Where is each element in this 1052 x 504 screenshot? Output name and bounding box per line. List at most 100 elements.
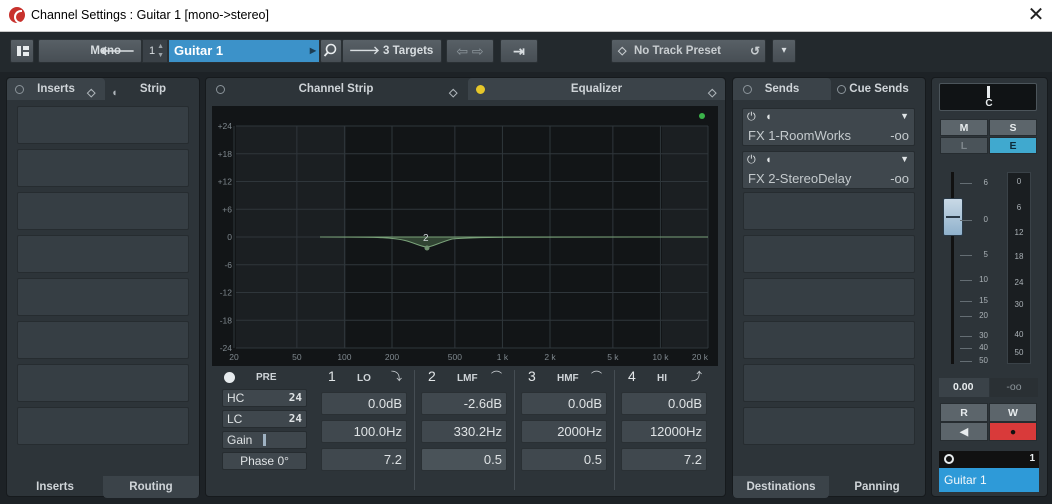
prev-next-channel-buttons[interactable]: ⇦ ⇨ xyxy=(446,39,494,63)
insert-slot[interactable] xyxy=(17,278,189,316)
band-1-q-field[interactable]: 7.2 xyxy=(321,448,407,471)
insert-slot[interactable] xyxy=(17,407,189,445)
band-4-gain-field[interactable]: 0.0dB xyxy=(621,392,707,415)
send-slot-1[interactable]: ⏻ ◖ ▼ FX 1-RoomWorks -oo xyxy=(742,108,915,146)
band-2-q-field[interactable]: 0.5 xyxy=(421,448,507,471)
mute-button[interactable]: M xyxy=(940,119,988,136)
dropdown-icon[interactable]: ▼ xyxy=(900,111,909,121)
band-2-gain-field[interactable]: -2.6dB xyxy=(421,392,507,415)
band-3-gain-field[interactable]: 0.0dB xyxy=(521,392,607,415)
radio-icon[interactable] xyxy=(216,85,225,94)
monitor-button[interactable]: ◀ xyxy=(940,422,988,441)
edit-button[interactable]: E xyxy=(989,137,1037,154)
tab-cue-sends[interactable]: Cue Sends xyxy=(831,78,927,100)
band-1-number[interactable]: 1 xyxy=(328,368,336,384)
high-cut-filter[interactable]: HC 24 xyxy=(222,389,307,407)
read-automation-button[interactable]: R xyxy=(940,403,988,422)
spinner-icon[interactable]: ▲ ▼ xyxy=(157,42,164,60)
band-4-filter-shape-icon[interactable]: ⤴ xyxy=(691,368,702,384)
dropdown-icon[interactable]: ▼ xyxy=(900,154,909,164)
insert-slot[interactable] xyxy=(17,321,189,359)
peak-value[interactable]: -oo xyxy=(990,378,1038,397)
power-icon[interactable]: ⏻ xyxy=(747,154,756,167)
insert-slot[interactable] xyxy=(17,192,189,230)
send-slot[interactable] xyxy=(743,407,915,445)
pan-control[interactable]: C xyxy=(939,83,1037,111)
fader-scale-tick xyxy=(960,255,972,256)
channel-number-field[interactable]: 1 ▲ ▼ xyxy=(142,39,168,63)
band-1-filter-shape-icon[interactable]: ⤵ xyxy=(391,368,402,384)
bottom-tab-panning[interactable]: Panning xyxy=(829,476,925,498)
band-3-q-field[interactable]: 0.5 xyxy=(521,448,607,471)
eq-band-2-node[interactable] xyxy=(424,245,430,251)
track-name-selector[interactable]: Guitar 1 ▶ xyxy=(168,39,320,63)
tab-strip[interactable]: ◖ Strip xyxy=(105,78,201,100)
tab-sends[interactable]: Sends xyxy=(733,78,831,100)
radio-icon[interactable] xyxy=(837,85,846,94)
send-name: FX 2-StereoDelay xyxy=(748,171,852,186)
record-enable-button[interactable]: ● xyxy=(989,422,1037,441)
band-4-number[interactable]: 4 xyxy=(628,368,636,384)
low-cut-filter[interactable]: LC 24 xyxy=(222,410,307,428)
pre-post-icon[interactable]: ◖ xyxy=(765,154,772,166)
preset-diamond-icon[interactable]: ◇ xyxy=(87,82,95,104)
listen-button[interactable]: L xyxy=(940,137,988,154)
write-automation-button[interactable]: W xyxy=(989,403,1037,422)
phase-button[interactable]: Phase 0° xyxy=(222,452,307,470)
preset-diamond-icon[interactable]: ◇ xyxy=(449,82,457,104)
preset-menu-button[interactable]: ▾ xyxy=(772,39,796,63)
bottom-tab-inserts[interactable]: Inserts xyxy=(7,476,103,498)
send-slot[interactable] xyxy=(743,321,915,359)
channel-name[interactable]: Guitar 1 xyxy=(939,468,1039,492)
band-3-number[interactable]: 3 xyxy=(528,368,536,384)
radio-icon[interactable] xyxy=(743,85,752,94)
pre-post-icon[interactable]: ◖ xyxy=(765,111,772,123)
mono-stereo-toggle[interactable]: Mono 🡐 xyxy=(38,39,142,63)
bottom-tab-routing[interactable]: Routing xyxy=(103,476,199,498)
band-3-filter-shape-icon[interactable]: ⌒ xyxy=(591,368,602,384)
close-window-button[interactable]: ✕ xyxy=(1026,4,1046,26)
volume-fader-handle[interactable] xyxy=(943,198,963,236)
send-level[interactable]: -oo xyxy=(890,128,909,143)
send-slot[interactable] xyxy=(743,364,915,402)
radio-icon[interactable] xyxy=(15,85,24,94)
band-3-freq-field[interactable]: 2000Hz xyxy=(521,420,607,443)
targets-button[interactable]: 🡒 3 Targets xyxy=(342,39,442,63)
insert-slot[interactable] xyxy=(17,106,189,144)
band-4-freq-field[interactable]: 12000Hz xyxy=(621,420,707,443)
gain-slider[interactable]: Gain xyxy=(222,431,307,449)
send-level[interactable]: -oo xyxy=(890,171,909,186)
radio-icon[interactable] xyxy=(476,85,485,94)
send-slot[interactable] xyxy=(743,278,915,316)
search-button[interactable] xyxy=(320,39,342,63)
insert-slot[interactable] xyxy=(17,149,189,187)
gain-slider-handle-icon[interactable] xyxy=(263,434,266,446)
band-2-filter-shape-icon[interactable]: ⌒ xyxy=(491,368,502,384)
channel-power-icon[interactable] xyxy=(944,454,954,464)
band-4-q-field[interactable]: 7.2 xyxy=(621,448,707,471)
insert-slot[interactable] xyxy=(17,364,189,402)
tab-equalizer[interactable]: Equalizer ◇ xyxy=(468,78,725,100)
tab-channel-strip[interactable]: Channel Strip ◇ xyxy=(206,78,466,100)
routing-icon[interactable]: ⇥ xyxy=(500,39,538,63)
pan-value: C xyxy=(985,98,993,109)
send-slot[interactable] xyxy=(743,192,915,230)
reload-icon[interactable]: ↺ xyxy=(750,40,760,62)
band-2-number[interactable]: 2 xyxy=(428,368,436,384)
send-slot-2[interactable]: ⏻ ◖ ▼ FX 2-StereoDelay -oo xyxy=(742,151,915,189)
insert-slot[interactable] xyxy=(17,235,189,273)
preset-diamond-icon[interactable]: ◇ xyxy=(708,82,716,104)
tab-inserts[interactable]: Inserts ◇ xyxy=(7,78,105,100)
band-1-freq-field[interactable]: 100.0Hz xyxy=(321,420,407,443)
band-2-freq-field[interactable]: 330.2Hz xyxy=(421,420,507,443)
pre-power-icon[interactable] xyxy=(224,372,235,383)
bottom-tab-destinations[interactable]: Destinations xyxy=(733,476,829,498)
eq-curve-display[interactable]: +24 +18 +12 +6 0 -6 -12 -18 -24 20 50 100 200 500 1 k… xyxy=(212,106,718,366)
power-icon[interactable]: ⏻ xyxy=(747,111,756,124)
solo-button[interactable]: S xyxy=(989,119,1037,136)
send-slot[interactable] xyxy=(743,235,915,273)
volume-value[interactable]: 0.00 xyxy=(939,378,989,397)
track-preset-selector[interactable]: ◇ No Track Preset ↺ xyxy=(611,39,766,63)
show-lanes-icon[interactable] xyxy=(10,39,34,63)
band-1-gain-field[interactable]: 0.0dB xyxy=(321,392,407,415)
